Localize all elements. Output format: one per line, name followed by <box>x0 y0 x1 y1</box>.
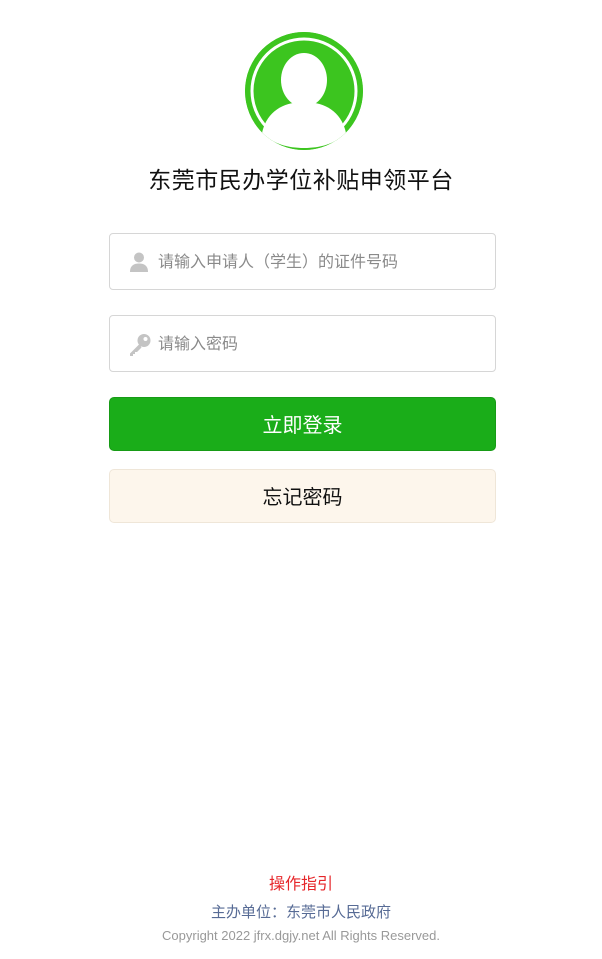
password-field[interactable] <box>109 315 496 372</box>
key-icon <box>127 332 151 356</box>
id-number-field[interactable] <box>109 233 496 290</box>
guide-link[interactable]: 操作指引 <box>0 872 602 896</box>
page-title: 东莞市民办学位补贴申领平台 <box>148 168 454 194</box>
organizer-text: 主办单位：东莞市人民政府 <box>210 903 391 921</box>
id-number-input[interactable] <box>158 234 483 289</box>
user-avatar-icon <box>245 32 363 150</box>
login-button[interactable]: 立即登录 <box>109 397 496 451</box>
user-icon <box>127 250 151 274</box>
login-page: 东莞市民办学位补贴申领平台 立即登录 忘记密码 操作指引 主办单位：东莞市人民政… <box>0 0 602 959</box>
forgot-password-button[interactable]: 忘记密码 <box>109 469 496 523</box>
password-input[interactable] <box>158 316 483 371</box>
copyright-text: Copyright 2022 jfrx.dgjy.net All Rights … <box>162 928 440 943</box>
